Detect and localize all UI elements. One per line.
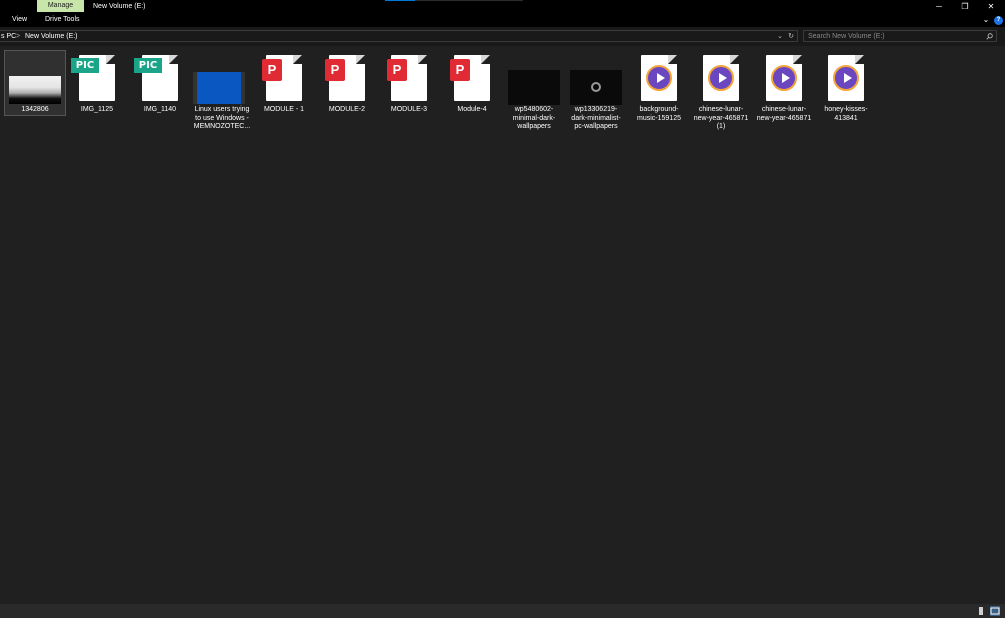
play-icon bbox=[771, 65, 797, 91]
pic-badge-icon: PIC bbox=[71, 58, 99, 73]
play-icon bbox=[646, 65, 672, 91]
pdf-file-icon: P bbox=[379, 51, 439, 106]
file-name: Module-4 bbox=[457, 106, 487, 113]
file-name: chinese-lunar-new-year-465871 bbox=[756, 106, 812, 122]
minimize-button[interactable]: ─ bbox=[926, 0, 952, 13]
file-name: wp5480602-minimal-dark-wallpapers bbox=[512, 106, 556, 130]
breadcrumb-new-volume[interactable]: New Volume (E:) bbox=[25, 31, 78, 42]
pdf-badge-icon: P bbox=[387, 59, 407, 81]
media-file-icon bbox=[754, 51, 814, 106]
status-bar bbox=[0, 604, 1005, 618]
ring-icon bbox=[591, 82, 601, 92]
pic-file-icon: PIC bbox=[130, 51, 190, 106]
search-input[interactable]: Search New Volume (E:) bbox=[808, 31, 885, 42]
file-list: 1342806 PIC IMG_1125 PIC IMG_1140 Linux … bbox=[0, 46, 1005, 604]
ribbon-tabs: View Drive Tools ⌄ ? bbox=[0, 13, 1005, 27]
pdf-badge-icon: P bbox=[325, 59, 345, 81]
image-thumbnail bbox=[504, 51, 564, 106]
dark-wallpaper-thumbnail bbox=[570, 70, 622, 105]
pdf-badge-icon: P bbox=[262, 59, 282, 81]
windows-screen-thumbnail bbox=[193, 72, 245, 104]
file-item[interactable]: P MODULE-3 bbox=[379, 51, 439, 115]
title-accent-line bbox=[385, 0, 415, 1]
file-name: MODULE-2 bbox=[328, 106, 366, 113]
search-box[interactable]: Search New Volume (E:) bbox=[803, 30, 997, 42]
play-icon bbox=[708, 65, 734, 91]
address-bar[interactable]: s PC > New Volume (E:) ⌄ ↻ bbox=[0, 30, 798, 42]
file-item[interactable]: PIC IMG_1140 bbox=[130, 51, 190, 115]
video-thumbnail bbox=[192, 51, 252, 106]
file-name: Linux users trying to use Windows - MEMN… bbox=[193, 106, 251, 130]
file-item[interactable]: 1342806 bbox=[4, 50, 66, 116]
refresh-icon[interactable]: ↻ bbox=[786, 31, 796, 42]
window-title: New Volume (E:) bbox=[93, 3, 146, 10]
file-name: IMG_1125 bbox=[80, 106, 114, 113]
image-thumbnail bbox=[5, 51, 65, 106]
large-icons-view-icon[interactable] bbox=[990, 606, 1000, 616]
pdf-file-icon: P bbox=[442, 51, 502, 106]
title-faint-line bbox=[415, 0, 523, 1]
breadcrumb-this-pc[interactable]: s PC bbox=[1, 31, 16, 42]
file-item[interactable]: Linux users trying to use Windows - MEMN… bbox=[192, 51, 252, 132]
file-name: MODULE-3 bbox=[390, 106, 428, 113]
file-name: 1342806 bbox=[21, 106, 49, 113]
breadcrumb-separator-icon[interactable]: > bbox=[16, 31, 20, 42]
expand-ribbon-chevron-icon[interactable]: ⌄ bbox=[981, 13, 991, 27]
file-item[interactable]: P MODULE-2 bbox=[317, 51, 377, 115]
file-item[interactable]: background-music-159125 bbox=[629, 51, 689, 123]
photo-thumbnail bbox=[9, 76, 61, 104]
pic-file-icon: PIC bbox=[67, 51, 127, 106]
file-item[interactable]: honey-kisses-413841 bbox=[816, 51, 876, 123]
search-icon[interactable] bbox=[986, 33, 993, 40]
file-name: IMG_1140 bbox=[143, 106, 177, 113]
pdf-file-icon: P bbox=[317, 51, 377, 106]
tab-view[interactable]: View bbox=[12, 13, 27, 27]
title-bar: Manage New Volume (E:) ─ ❐ ✕ bbox=[0, 0, 1005, 13]
restore-button[interactable]: ❐ bbox=[952, 0, 978, 13]
file-name: MODULE - 1 bbox=[263, 106, 305, 113]
file-item[interactable]: chinese-lunar-new-year-465871 bbox=[754, 51, 814, 123]
media-file-icon bbox=[816, 51, 876, 106]
file-name: chinese-lunar-new-year-465871 (1) bbox=[693, 106, 749, 130]
tab-drive-tools[interactable]: Drive Tools bbox=[45, 13, 80, 27]
file-item[interactable]: PIC IMG_1125 bbox=[67, 51, 127, 115]
address-dropdown-icon[interactable]: ⌄ bbox=[775, 31, 785, 42]
media-file-icon bbox=[691, 51, 751, 106]
help-icon[interactable]: ? bbox=[994, 16, 1003, 25]
file-name: background-music-159125 bbox=[637, 106, 681, 122]
pdf-badge-icon: P bbox=[450, 59, 470, 81]
file-item[interactable]: wp5480602-minimal-dark-wallpapers bbox=[504, 51, 564, 132]
pdf-file-icon: P bbox=[254, 51, 314, 106]
close-button[interactable]: ✕ bbox=[978, 0, 1004, 13]
image-thumbnail bbox=[566, 51, 626, 106]
media-file-icon bbox=[629, 51, 689, 106]
pic-badge-icon: PIC bbox=[134, 58, 162, 73]
file-name: wp13306219-dark-minimalist-pc-wallpapers bbox=[571, 106, 621, 130]
details-view-icon[interactable] bbox=[976, 606, 986, 616]
file-item[interactable]: chinese-lunar-new-year-465871 (1) bbox=[691, 51, 751, 132]
file-item[interactable]: wp13306219-dark-minimalist-pc-wallpapers bbox=[566, 51, 626, 132]
dark-wallpaper-thumbnail bbox=[508, 70, 560, 105]
file-item[interactable]: P Module-4 bbox=[442, 51, 502, 115]
tab-manage[interactable]: Manage bbox=[37, 0, 84, 12]
play-icon bbox=[833, 65, 859, 91]
file-item[interactable]: P MODULE - 1 bbox=[254, 51, 314, 115]
file-name: honey-kisses-413841 bbox=[824, 106, 868, 122]
